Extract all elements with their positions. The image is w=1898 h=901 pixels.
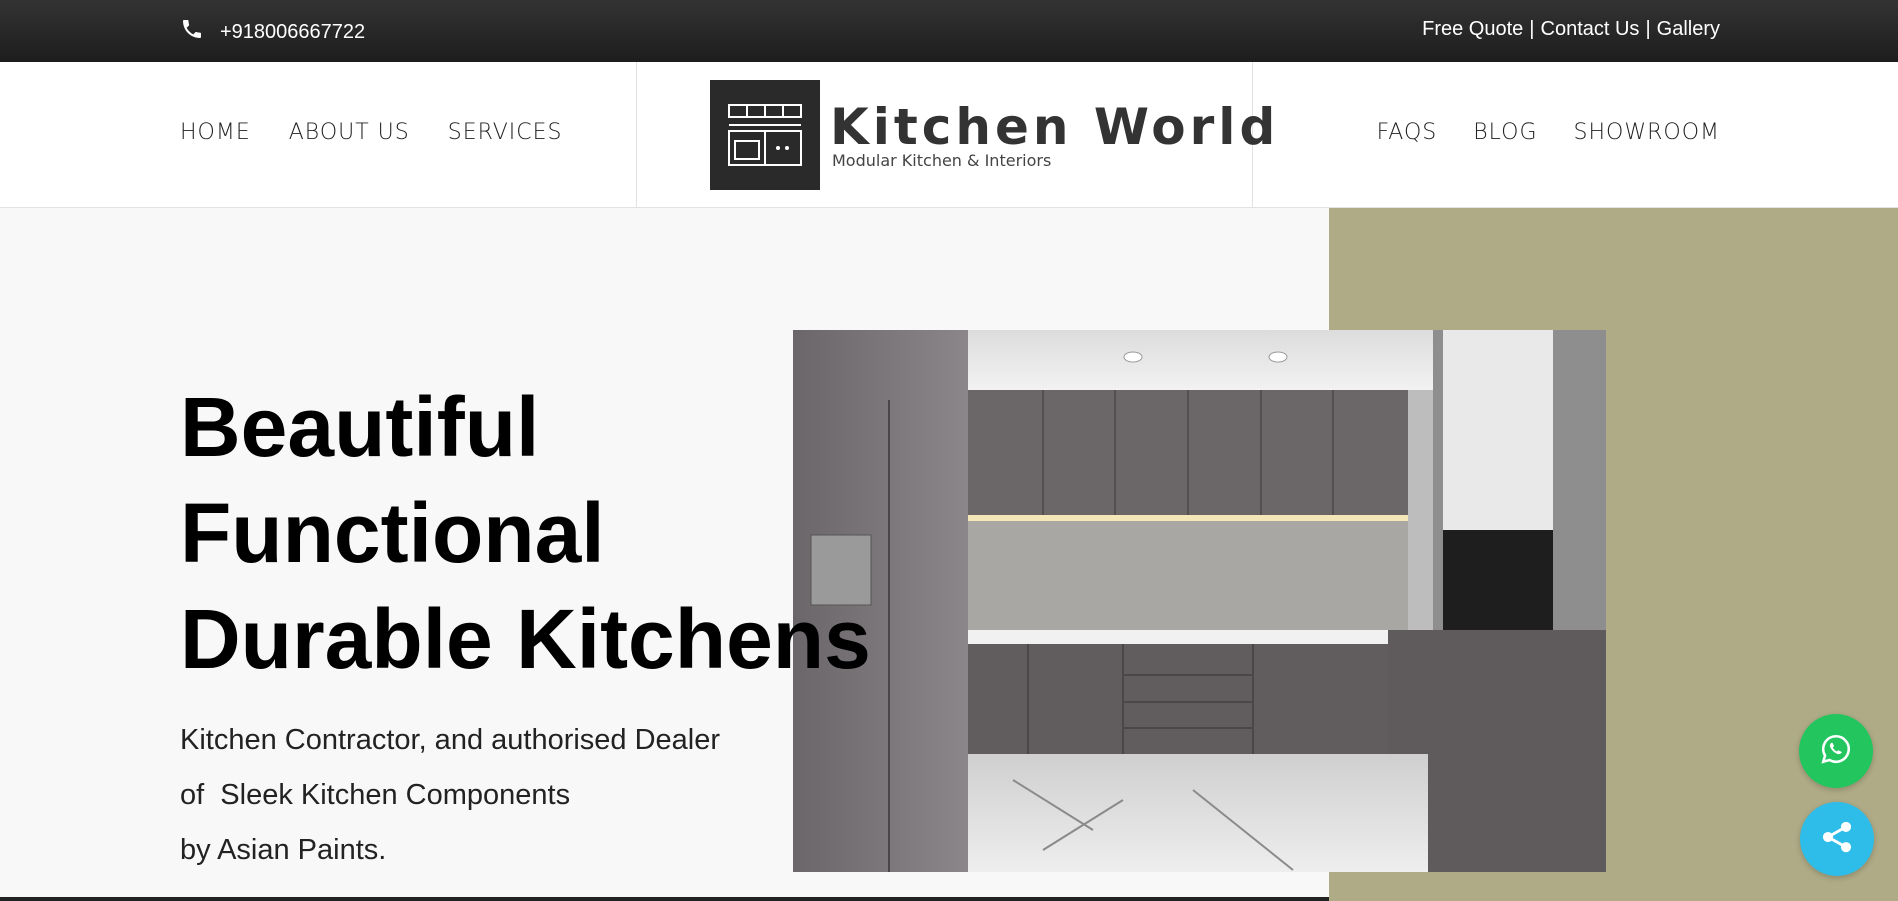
gallery-link[interactable]: Gallery: [1657, 18, 1720, 41]
nav-right: FAQS BLOG SHOWROOM: [1377, 120, 1720, 145]
nav-faqs[interactable]: FAQS: [1377, 120, 1438, 145]
header-divider: [636, 62, 637, 207]
hero-section: Beautiful Functional Durable Kitchens Ki…: [0, 208, 1898, 901]
phone-number: +918006667722: [220, 20, 366, 43]
whatsapp-button[interactable]: [1799, 714, 1873, 788]
link-separator: |: [1529, 18, 1535, 40]
top-bar: +918006667722 Free Quote | Contact Us | …: [0, 0, 1898, 62]
free-quote-link[interactable]: Free Quote: [1422, 18, 1523, 41]
headline-line: Functional: [180, 486, 605, 580]
nav-home[interactable]: HOME: [180, 120, 251, 145]
nav-about-us[interactable]: ABOUT US: [289, 120, 410, 145]
nav-showroom[interactable]: SHOWROOM: [1574, 120, 1720, 145]
hero-headline: Beautiful Functional Durable Kitchens: [180, 374, 871, 692]
share-icon: [1819, 819, 1855, 860]
share-button[interactable]: [1800, 802, 1874, 876]
nav-left: HOME ABOUT US SERVICES: [180, 120, 562, 145]
kitchen-logo-icon: [710, 80, 820, 190]
headline-line: Beautiful: [180, 380, 540, 474]
subtext-line: by Asian Paints.: [180, 834, 387, 866]
kitchen-photo: [793, 330, 1606, 872]
subtext-line: of Sleek Kitchen Components: [180, 779, 571, 811]
phone-icon: [180, 17, 204, 47]
link-separator: |: [1645, 18, 1651, 40]
whatsapp-icon: [1819, 732, 1853, 771]
page-bottom-edge: [0, 897, 1329, 901]
site-logo[interactable]: Kitchen World Modular Kitchen & Interior…: [710, 80, 1279, 190]
headline-line: Durable Kitchens: [180, 592, 871, 686]
subtext-line: Kitchen Contractor, and authorised Deale…: [180, 724, 721, 756]
hero-subtext: Kitchen Contractor, and authorised Deale…: [180, 713, 720, 878]
site-header: HOME ABOUT US SERVICES Kitchen World Mod…: [0, 62, 1898, 208]
logo-text: Kitchen World Modular Kitchen & Interior…: [830, 101, 1279, 170]
logo-title: Kitchen World: [830, 97, 1280, 156]
nav-blog[interactable]: BLOG: [1473, 120, 1537, 145]
nav-services[interactable]: SERVICES: [448, 120, 563, 145]
phone-contact[interactable]: +918006667722: [180, 17, 365, 47]
contact-us-link[interactable]: Contact Us: [1541, 18, 1640, 41]
top-links: Free Quote | Contact Us | Gallery: [1422, 18, 1720, 41]
